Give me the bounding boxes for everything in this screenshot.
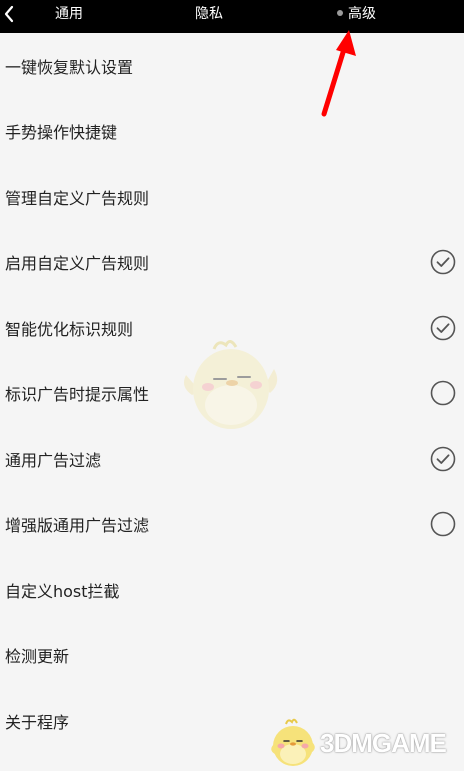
menu-item-label: 自定义host拦截: [5, 581, 120, 601]
tab-privacy[interactable]: 隐私: [195, 6, 223, 22]
menu-item-about[interactable]: 关于程序: [0, 688, 464, 754]
menu-item-ad-attribute-hint[interactable]: 标识广告时提示属性: [0, 361, 464, 427]
menu-item-custom-host-block[interactable]: 自定义host拦截: [0, 557, 464, 623]
menu-item-smart-optimize-rules[interactable]: 智能优化标识规则: [0, 295, 464, 361]
checked-circle-icon[interactable]: [430, 446, 456, 472]
menu-item-label: 手势操作快捷键: [5, 123, 118, 143]
menu-item-label: 通用广告过滤: [5, 450, 102, 470]
menu-item-enhanced-ad-filter[interactable]: 增强版通用广告过滤: [0, 492, 464, 558]
menu-item-restore-defaults[interactable]: 一键恢复默认设置: [0, 33, 464, 99]
menu-item-label: 增强版通用广告过滤: [5, 516, 150, 536]
menu-item-enable-custom-ad-rules[interactable]: 启用自定义广告规则: [0, 230, 464, 296]
chevron-left-icon[interactable]: [2, 4, 16, 24]
unchecked-circle-icon[interactable]: [430, 511, 456, 537]
menu-item-general-ad-filter[interactable]: 通用广告过滤: [0, 426, 464, 492]
menu-item-label: 关于程序: [5, 712, 70, 732]
menu-item-label: 检测更新: [5, 647, 70, 667]
menu-item-check-update[interactable]: 检测更新: [0, 623, 464, 689]
top-bar: 通用 隐私 高级: [0, 0, 464, 33]
checked-circle-icon[interactable]: [430, 249, 456, 275]
tab-advanced[interactable]: 高级: [348, 6, 376, 22]
menu-item-manage-custom-ad-rules[interactable]: 管理自定义广告规则: [0, 164, 464, 230]
unchecked-circle-icon[interactable]: [430, 380, 456, 406]
menu-item-label: 启用自定义广告规则: [5, 254, 150, 274]
menu-item-gesture-shortcuts[interactable]: 手势操作快捷键: [0, 99, 464, 165]
active-tab-dot: [337, 10, 343, 16]
menu-item-label: 标识广告时提示属性: [5, 385, 150, 405]
menu-item-label: 管理自定义广告规则: [5, 188, 150, 208]
menu-item-label: 智能优化标识规则: [5, 319, 134, 339]
menu-item-label: 一键恢复默认设置: [5, 57, 134, 77]
tab-general[interactable]: 通用: [55, 6, 83, 22]
checked-circle-icon[interactable]: [430, 315, 456, 341]
settings-menu: 一键恢复默认设置 手势操作快捷键 管理自定义广告规则 启用自定义广告规则 智能优…: [0, 33, 464, 754]
